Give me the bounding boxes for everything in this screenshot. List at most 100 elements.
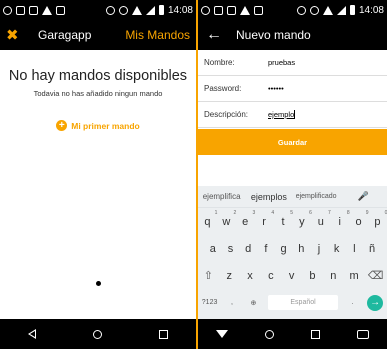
key-h[interactable]: h	[294, 243, 308, 255]
key-ene[interactable]: ñ	[365, 243, 379, 255]
app-bar: ✖ Garagapp Mis Mandos	[0, 20, 196, 50]
status-bar: 14:08	[0, 0, 196, 20]
message-icon	[214, 5, 223, 15]
key-e[interactable]: e3	[238, 210, 255, 228]
alarm-icon	[309, 5, 319, 15]
text-cursor	[294, 110, 296, 119]
key-y[interactable]: y6	[295, 210, 312, 228]
alarm-icon	[118, 5, 128, 15]
key-o[interactable]: o9	[352, 210, 369, 228]
key-q[interactable]: q1	[200, 210, 217, 228]
key-r[interactable]: r4	[257, 210, 274, 228]
image-icon	[227, 5, 236, 15]
home-nav-icon[interactable]	[265, 329, 275, 339]
status-bar: 14:08	[198, 0, 387, 20]
key-l[interactable]: l	[347, 243, 361, 255]
page-indicator-dot	[96, 281, 101, 286]
key-m[interactable]: m	[347, 270, 361, 282]
whatsapp-icon	[201, 5, 210, 15]
backspace-icon[interactable]: ⌫	[368, 269, 384, 282]
key-x[interactable]: x	[243, 270, 257, 282]
key-z[interactable]: z	[222, 270, 236, 282]
add-first-mando-button[interactable]: + Mi primer mando	[0, 120, 196, 131]
warning-icon	[240, 5, 250, 15]
signal-icon	[145, 5, 155, 15]
key-k[interactable]: k	[330, 243, 344, 255]
recents-nav-icon[interactable]	[158, 329, 168, 339]
warning-icon	[42, 5, 52, 15]
password-field[interactable]: ••••••	[268, 84, 284, 93]
bluetooth-icon	[105, 5, 115, 15]
signal-icon	[336, 5, 346, 15]
key-row-4: ?123 , ⊕ Español . →	[198, 289, 387, 316]
key-a[interactable]: a	[206, 243, 220, 255]
add-first-mando-label: Mi primer mando	[71, 120, 140, 131]
wifi-icon	[322, 5, 333, 15]
key-s[interactable]: s	[224, 243, 238, 255]
key-w[interactable]: w2	[219, 210, 236, 228]
key-row-3: ⇧ z x c v b n m ⌫	[198, 262, 387, 289]
suggestion-2[interactable]: ejemplos	[245, 192, 292, 202]
mic-icon[interactable]: 🎤	[340, 191, 387, 202]
name-row[interactable]: Nombre: pruebas	[198, 50, 387, 76]
key-v[interactable]: v	[285, 270, 299, 282]
key-c[interactable]: c	[264, 270, 278, 282]
globe-icon[interactable]: ⊕	[246, 299, 260, 307]
keyboard-switch-icon[interactable]	[356, 329, 369, 339]
suggestion-1[interactable]: ejemplifica	[198, 192, 245, 201]
suggestion-3[interactable]: ejemplificado	[293, 193, 340, 200]
right-screen: 14:08 ← Nuevo mando Nombre: pruebas Pass…	[198, 0, 387, 349]
description-row[interactable]: Descripción: ejemplo	[198, 102, 387, 128]
key-j[interactable]: j	[312, 243, 326, 255]
shift-icon[interactable]: ⇧	[201, 269, 215, 282]
enter-arrow-icon[interactable]: →	[367, 294, 384, 311]
key-n[interactable]: n	[326, 270, 340, 282]
description-label: Descripción:	[204, 110, 249, 119]
back-arrow-icon[interactable]: ←	[200, 26, 228, 44]
name-label: Nombre:	[204, 58, 235, 67]
symbols-key[interactable]: ?123	[202, 299, 218, 306]
key-u[interactable]: u7	[314, 210, 331, 228]
home-nav-icon[interactable]	[92, 329, 102, 339]
key-row-2: a s d f g h j k l ñ	[198, 235, 387, 262]
key-i[interactable]: i8	[333, 210, 349, 228]
key-period[interactable]: .	[346, 299, 360, 306]
empty-subtitle: Todavia no has añadido ningun mando	[33, 89, 163, 98]
name-field[interactable]: pruebas	[268, 58, 295, 67]
message-icon	[16, 5, 25, 15]
gallery-icon	[254, 5, 263, 15]
space-key[interactable]: Español	[268, 295, 339, 310]
tools-icon: ✖	[6, 27, 19, 44]
key-comma[interactable]: ,	[225, 299, 239, 306]
save-button[interactable]: Guardar	[198, 129, 387, 155]
password-label: Password:	[204, 84, 242, 93]
status-time: 14:08	[358, 4, 384, 16]
soft-keyboard: ejemplifica ejemplos ejemplificado 🎤 q1 …	[198, 186, 387, 319]
back-nav-icon[interactable]	[28, 329, 37, 339]
app-bar: ← Nuevo mando	[198, 20, 387, 50]
suggestion-bar: ejemplifica ejemplos ejemplificado 🎤	[198, 186, 387, 208]
add-icon: +	[56, 120, 68, 131]
battery-icon	[158, 5, 164, 15]
image-icon	[29, 5, 38, 15]
key-p[interactable]: p0	[370, 210, 387, 228]
page-title: Nuevo mando	[236, 28, 311, 42]
key-d[interactable]: d	[241, 243, 255, 255]
mis-mandos-button[interactable]: Mis Mandos	[125, 28, 190, 42]
recents-nav-icon[interactable]	[310, 329, 320, 339]
key-row-1: q1 w2 e3 r4 t5 y6 u7 i8 o9 p0	[198, 208, 387, 235]
key-b[interactable]: b	[305, 270, 319, 282]
hide-keyboard-nav-icon[interactable]	[216, 330, 229, 338]
key-f[interactable]: f	[259, 243, 273, 255]
wifi-icon	[131, 5, 142, 15]
left-screen: 14:08 ✖ Garagapp Mis Mandos No hay mando…	[0, 0, 196, 349]
status-time: 14:08	[167, 4, 193, 16]
gallery-icon	[56, 5, 65, 15]
nav-bar	[0, 319, 196, 349]
nav-bar	[198, 319, 387, 349]
key-g[interactable]: g	[277, 243, 291, 255]
empty-title: No hay mandos disponibles	[8, 68, 188, 84]
description-field[interactable]: ejemplo	[268, 110, 294, 119]
password-row[interactable]: Password: ••••••	[198, 76, 387, 102]
key-t[interactable]: t5	[276, 210, 293, 228]
